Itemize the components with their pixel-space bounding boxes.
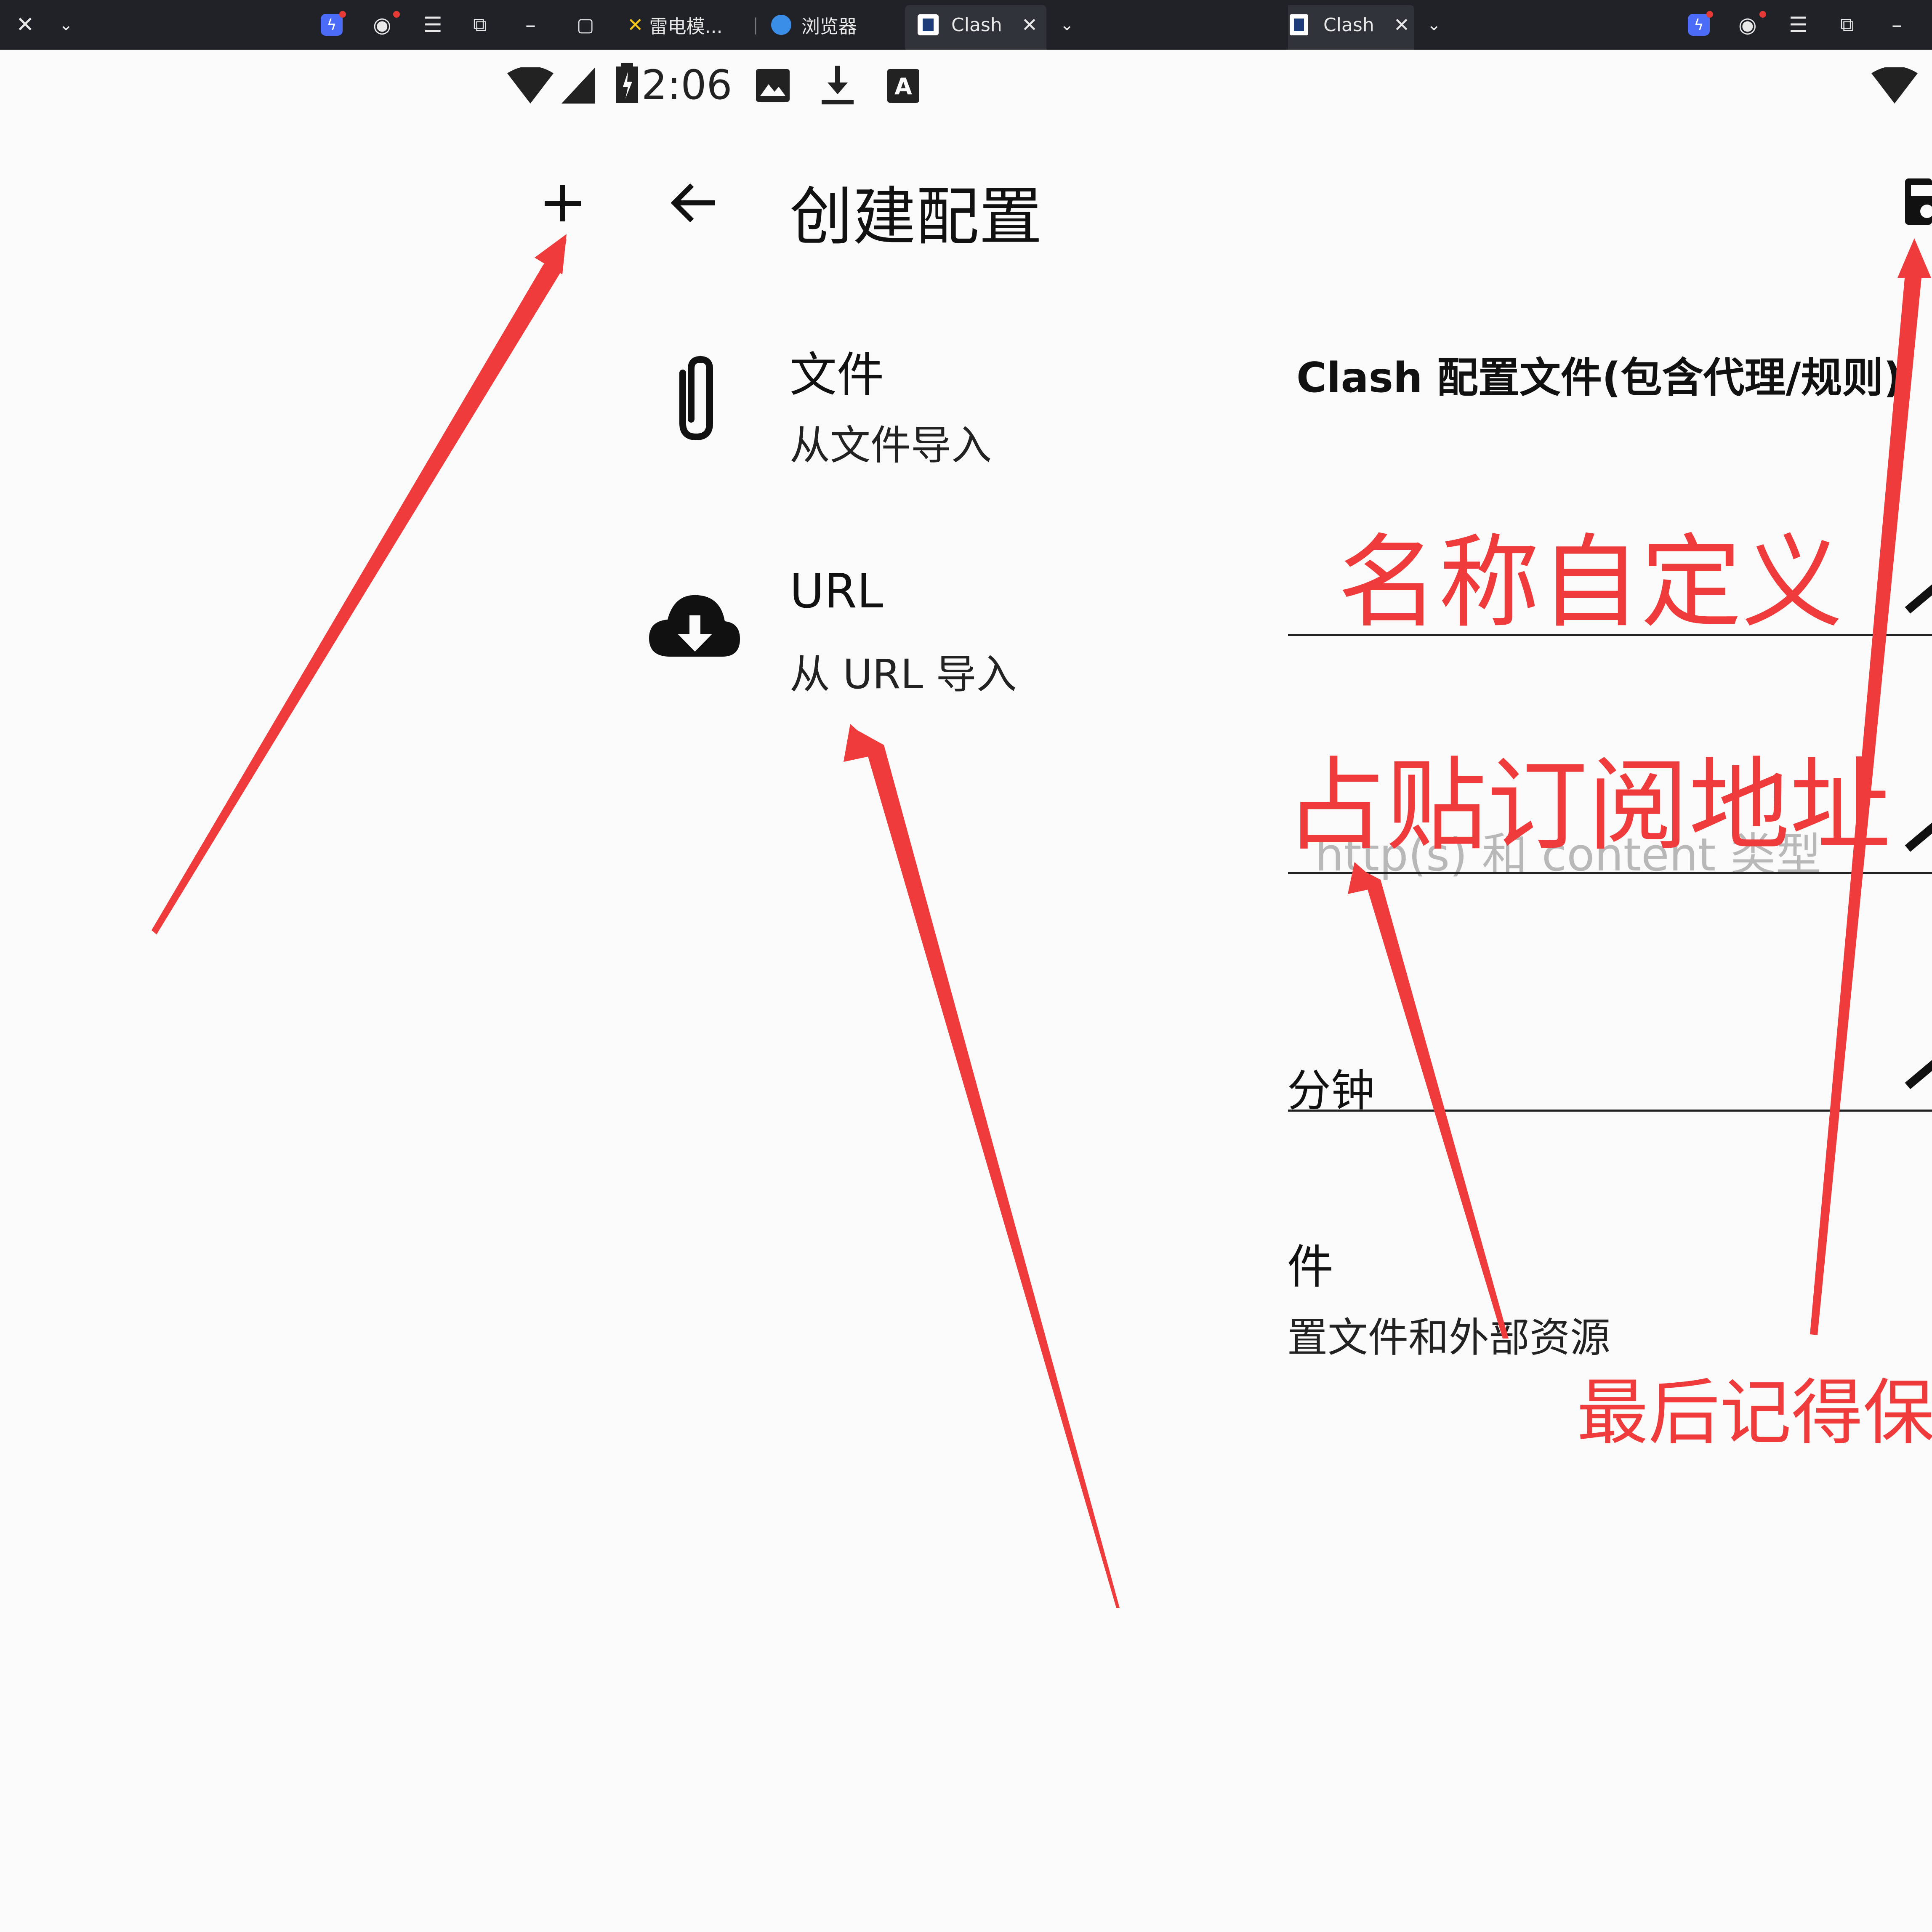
arrow-to-url-field	[1356, 867, 1509, 1339]
annotation-name-custom: 名称自定义	[1338, 524, 1843, 641]
arrow-to-url-option	[854, 728, 1120, 1608]
annotation-remember-save: 最后记得保存	[1577, 1371, 1932, 1455]
annotation-arrows	[152, 234, 1931, 1608]
arrow-to-add-icon	[152, 239, 567, 934]
annotation-paste-subscription: 占贴订阅地址	[1285, 747, 1891, 865]
